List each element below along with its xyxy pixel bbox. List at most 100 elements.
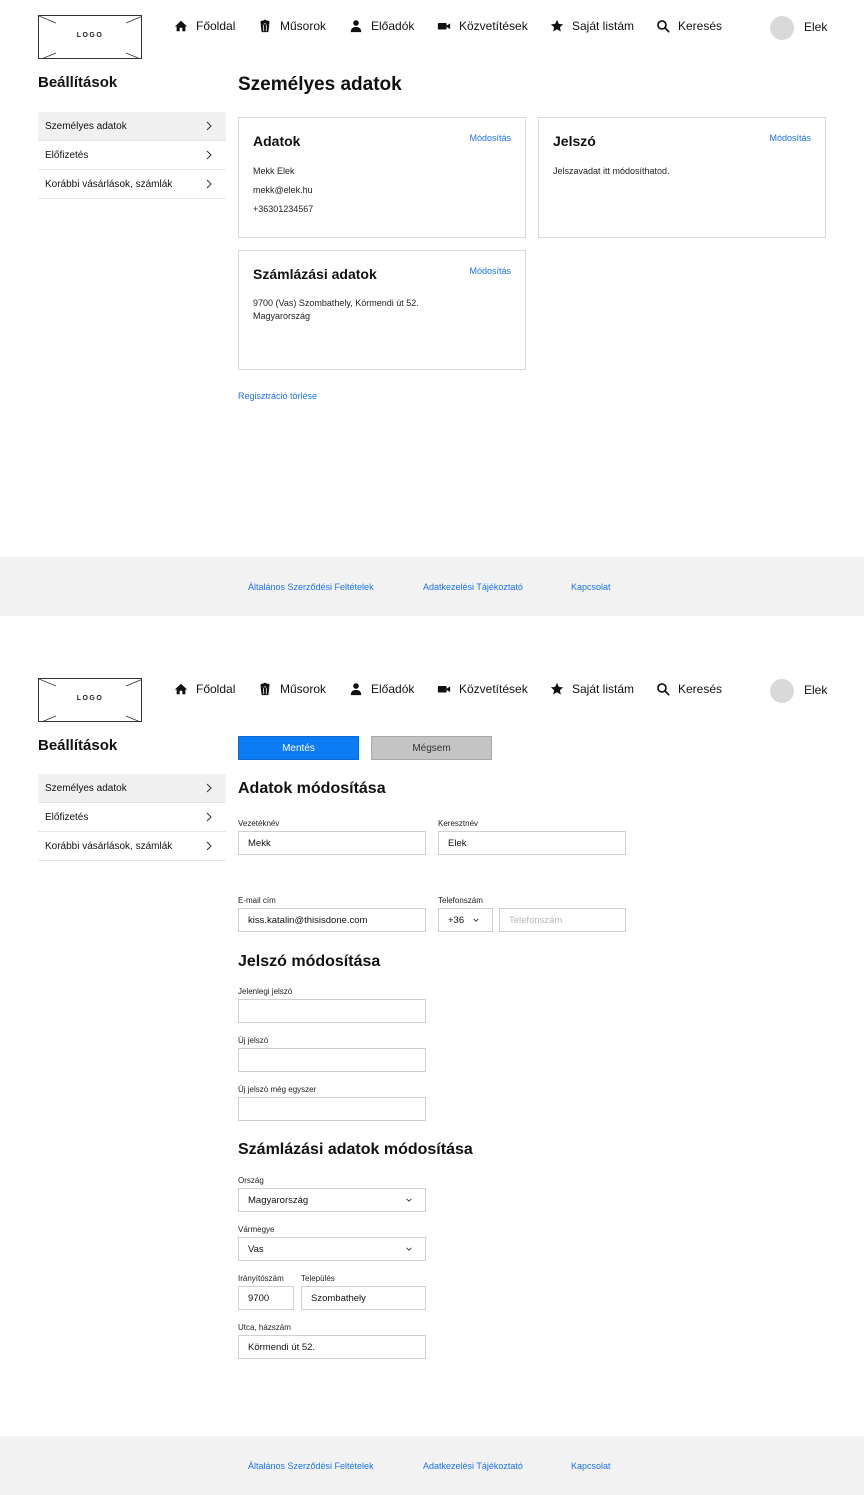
current-password-field[interactable] (238, 999, 426, 1023)
country-label: Ország (238, 1176, 264, 1185)
sidebar-item-personal-data[interactable]: Személyes adatok (38, 112, 226, 141)
field-value: Szombathely (311, 1292, 366, 1304)
avatar[interactable] (770, 679, 794, 703)
country-select[interactable]: Magyarország (238, 1188, 426, 1212)
nav-home[interactable]: Főoldal (174, 682, 235, 696)
sidebar-item-label: Korábbi vásárlások, számlák (45, 178, 173, 190)
chevron-right-icon (204, 121, 214, 131)
sidebar-item-subscription[interactable]: Előfizetés (38, 803, 226, 832)
nav-broadcasts[interactable]: Közvetítések (437, 19, 528, 33)
nav-search[interactable]: Keresés (656, 682, 722, 696)
footer: Általános Szerződési Feltételek Adatkeze… (0, 557, 864, 616)
edit-data-link[interactable]: Módosítás (469, 133, 511, 143)
home-icon (174, 19, 188, 33)
popcorn-icon (258, 682, 272, 696)
nav-label: Saját listám (572, 682, 635, 696)
current-password-label: Jelenlegi jelszó (238, 987, 293, 996)
phone-number-field[interactable]: Telefonszám (499, 908, 626, 932)
new-password-field[interactable] (238, 1048, 426, 1072)
nav-shows[interactable]: Műsorok (258, 682, 326, 696)
chevron-right-icon (204, 150, 214, 160)
logo[interactable]: LOGO (38, 678, 142, 722)
save-button[interactable]: Mentés (238, 736, 359, 760)
user-name[interactable]: Elek (804, 20, 827, 34)
last-name-label: Vezetéknév (238, 819, 280, 828)
delete-registration-link[interactable]: Regisztráció törlése (238, 391, 317, 401)
footer-link-contact[interactable]: Kapcsolat (571, 1461, 611, 1471)
sidebar-item-purchases[interactable]: Korábbi vásárlások, számlák (38, 170, 226, 199)
sidebar-item-label: Személyes adatok (45, 782, 127, 794)
county-select[interactable]: Vas (238, 1237, 426, 1261)
street-field[interactable]: Körmendi út 52. (238, 1335, 426, 1359)
person-icon (349, 19, 363, 33)
footer-link-privacy[interactable]: Adatkezelési Tájékoztató (423, 582, 523, 592)
nav-label: Főoldal (196, 19, 236, 33)
nav-shows[interactable]: Műsorok (258, 19, 326, 33)
sidebar-item-label: Előfizetés (45, 149, 89, 161)
sidebar-item-personal-data[interactable]: Személyes adatok (38, 774, 226, 803)
home-icon (174, 682, 188, 696)
nav-my-list[interactable]: Saját listám (550, 19, 634, 33)
cancel-button[interactable]: Mégsem (371, 736, 492, 760)
nav-broadcasts[interactable]: Közvetítések (437, 682, 528, 696)
card-title: Adatok (253, 133, 301, 149)
edit-billing-link[interactable]: Módosítás (469, 266, 511, 276)
search-icon (656, 682, 670, 696)
footer-link-privacy[interactable]: Adatkezelési Tájékoztató (423, 1461, 523, 1471)
field-value: +36 (448, 914, 465, 926)
field-value: Körmendi út 52. (248, 1341, 316, 1353)
field-value: 9700 (248, 1292, 270, 1304)
search-icon (656, 19, 670, 33)
field-value: Vas (248, 1243, 264, 1255)
nav-label: Előadók (371, 682, 415, 696)
user-name[interactable]: Elek (804, 683, 827, 697)
nav-label: Előadók (371, 19, 415, 33)
field-value: kiss.katalin@thisisdone.com (248, 914, 368, 926)
nav-home[interactable]: Főoldal (174, 19, 235, 33)
chevron-down-icon (472, 916, 480, 924)
chevron-right-icon (204, 179, 214, 189)
sidebar-title: Beállítások (38, 74, 118, 91)
chevron-right-icon (204, 841, 214, 851)
nav-search[interactable]: Keresés (656, 19, 722, 33)
sidebar-item-subscription[interactable]: Előfizetés (38, 141, 226, 170)
nav-my-list[interactable]: Saját listám (550, 682, 634, 696)
last-name-field[interactable]: Mekk (238, 831, 426, 855)
edit-password-link[interactable]: Módosítás (769, 133, 811, 143)
page-title: Személyes adatok (238, 74, 402, 95)
nav-performers[interactable]: Előadók (349, 682, 414, 696)
logo[interactable]: LOGO (38, 15, 142, 59)
chevron-right-icon (204, 783, 214, 793)
billing-card: Számlázási adatok Módosítás 9700 (Vas) S… (238, 250, 526, 370)
nav-label: Saját listám (572, 19, 635, 33)
street-label: Utca, házszám (238, 1323, 291, 1332)
city-field[interactable]: Szombathely (301, 1286, 426, 1310)
nav-label: Keresés (678, 19, 723, 33)
sidebar-item-purchases[interactable]: Korábbi vásárlások, számlák (38, 832, 226, 861)
chevron-right-icon (204, 812, 214, 822)
nav-label: Műsorok (280, 682, 327, 696)
phone: +36301234567 (253, 204, 314, 214)
footer-link-terms[interactable]: Általános Szerződési Feltételek (248, 1461, 374, 1471)
footer: Általános Szerződési Feltételek Adatkeze… (0, 1436, 864, 1495)
first-name-field[interactable]: Elek (438, 831, 626, 855)
card-title: Jelszó (553, 133, 596, 149)
nav-label: Keresés (678, 682, 723, 696)
first-name-label: Keresztnév (438, 819, 479, 828)
new-password-label: Új jelszó (238, 1036, 269, 1045)
avatar[interactable] (770, 16, 794, 40)
nav-label: Főoldal (196, 682, 236, 696)
field-value: Elek (448, 837, 467, 849)
phone-prefix-select[interactable]: +36 (438, 908, 493, 932)
sidebar-item-label: Előfizetés (45, 811, 89, 823)
footer-link-contact[interactable]: Kapcsolat (571, 582, 611, 592)
billing-section-title: Számlázási adatok módosítása (238, 1141, 473, 1158)
zip-field[interactable]: 9700 (238, 1286, 294, 1310)
repeat-password-field[interactable] (238, 1097, 426, 1121)
email-field[interactable]: kiss.katalin@thisisdone.com (238, 908, 426, 932)
footer-link-terms[interactable]: Általános Szerződési Feltételek (248, 582, 374, 592)
sidebar-menu: Személyes adatok Előfizetés Korábbi vásá… (38, 112, 226, 199)
person-icon (349, 682, 363, 696)
zip-label: Irányítószám (238, 1274, 284, 1283)
nav-performers[interactable]: Előadók (349, 19, 414, 33)
